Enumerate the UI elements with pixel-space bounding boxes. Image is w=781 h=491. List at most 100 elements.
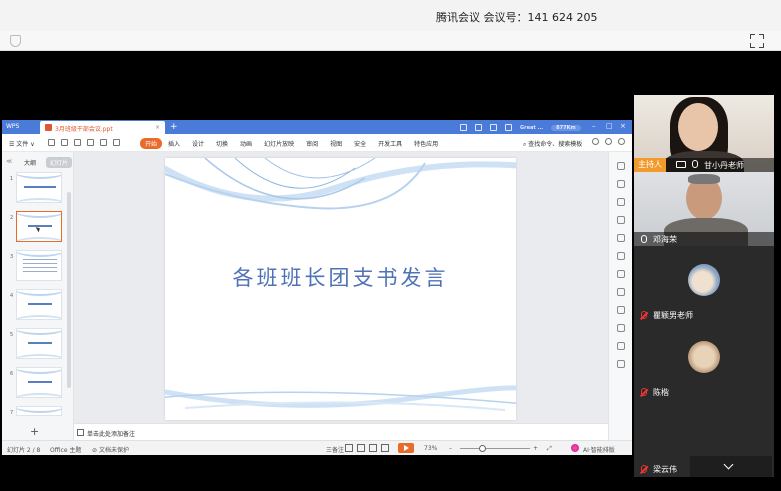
slide-thumbnail[interactable] — [16, 328, 62, 359]
menu-slideshow[interactable]: 幻灯片放映 — [264, 139, 294, 148]
chevron-down-icon[interactable] — [690, 456, 772, 477]
layout-icon[interactable] — [460, 124, 467, 131]
slide-thumbnail[interactable] — [16, 406, 62, 416]
redo-icon[interactable] — [113, 139, 120, 146]
help-icon[interactable] — [592, 138, 599, 145]
home-icon[interactable] — [617, 162, 625, 170]
normal-view-icon[interactable] — [345, 444, 353, 452]
theme-name[interactable]: Office 主题 — [50, 445, 81, 454]
ai-layout-button[interactable]: AI·智能排版 — [583, 445, 615, 454]
open-icon[interactable] — [61, 139, 68, 146]
file-menu[interactable]: ☰ 文件 ∨ — [9, 139, 35, 148]
slide-thumbnail-panel: ≪ 大纲 幻灯片 1 2 3 4 5 6 7 + — [2, 152, 74, 440]
menu-start[interactable]: 开始 — [140, 138, 163, 149]
maximize-button[interactable]: □ — [606, 122, 613, 130]
header-search-text[interactable]: Great ... — [520, 125, 543, 131]
thumbnail-number: 5 — [10, 332, 14, 338]
participant-video-panel: 主持人 甘小丹老师 邓海荣 瞿颖男老师 陈楷 梁云伟 — [634, 95, 774, 477]
zoom-level[interactable]: 73% — [424, 445, 437, 452]
user-icon[interactable] — [505, 124, 512, 131]
wps-logo[interactable]: WPS — [6, 123, 19, 130]
star-icon[interactable] — [617, 234, 625, 242]
menu-end-tools — [592, 138, 625, 145]
menu-animation[interactable]: 动画 — [240, 139, 252, 148]
thumbnail-scrollbar[interactable] — [67, 192, 71, 388]
notes-toggle[interactable]: 三备注 — [326, 445, 344, 454]
close-tab-icon[interactable]: × — [155, 124, 160, 131]
slide-thumbnail[interactable] — [16, 289, 62, 320]
mic-icon — [692, 160, 698, 168]
reading-view-icon[interactable] — [369, 444, 377, 452]
zoom-slider-knob[interactable] — [479, 445, 486, 452]
participant-name: 陈楷 — [653, 388, 669, 397]
notes-placeholder[interactable]: 单击此处添加备注 — [87, 429, 135, 438]
thumbnail-number: 2 — [10, 215, 14, 221]
menu-security[interactable]: 安全 — [354, 139, 366, 148]
grid-view-icon[interactable] — [381, 444, 389, 452]
participant-name: 甘小丹老师 — [704, 161, 744, 170]
history-icon[interactable] — [617, 342, 625, 350]
menu-items: 插入 设计 切换 动画 幻灯片放映 审阅 视图 安全 开发工具 特色应用 — [168, 139, 438, 148]
menu-features[interactable]: 特色应用 — [414, 139, 438, 148]
panel-tabs: ≪ 大纲 幻灯片 — [2, 156, 74, 168]
sorter-view-icon[interactable] — [357, 444, 365, 452]
header-pill[interactable]: 877Km — [551, 124, 581, 131]
settings-icon[interactable] — [490, 124, 497, 131]
image-icon[interactable] — [617, 288, 625, 296]
participant-name: 瞿颖男老师 — [653, 311, 693, 320]
slide-thumbnail-selected[interactable] — [16, 211, 62, 242]
slide-title[interactable]: 各班班长团支书发言 — [165, 262, 516, 292]
screen-share-icon — [676, 161, 686, 168]
minimize-button[interactable]: – — [592, 122, 596, 130]
skin-icon[interactable] — [475, 124, 482, 131]
notes-area[interactable]: 单击此处添加备注 — [74, 423, 608, 440]
add-slide-button[interactable]: + — [30, 425, 39, 438]
participant-tile[interactable]: 邓海荣 — [634, 172, 774, 246]
menu-view[interactable]: 视图 — [330, 139, 342, 148]
participant-tile[interactable]: 瞿颖男老师 — [634, 246, 774, 323]
menu-review[interactable]: 审阅 — [306, 139, 318, 148]
template-icon[interactable] — [617, 252, 625, 260]
slide-thumbnail[interactable] — [16, 172, 62, 203]
tab-outline[interactable]: 大纲 — [24, 158, 36, 167]
mic-muted-icon — [641, 311, 647, 319]
play-slideshow-button[interactable] — [398, 443, 414, 453]
search-command[interactable]: ⌕ 查找命令、搜索模板 — [523, 139, 582, 149]
menu-developer[interactable]: 开发工具 — [378, 139, 402, 148]
menu-insert[interactable]: 插入 — [168, 139, 180, 148]
shape-icon[interactable] — [617, 180, 625, 188]
zoom-out-button[interactable]: – — [449, 445, 452, 452]
quick-access-toolbar — [48, 139, 120, 146]
sound-icon[interactable] — [617, 306, 625, 314]
document-tab[interactable]: 3月班级干部会议.ppt × — [40, 121, 165, 134]
chevron-right-icon[interactable] — [617, 270, 625, 278]
preview-icon[interactable] — [87, 139, 94, 146]
close-window-button[interactable]: × — [620, 122, 626, 130]
collapse-ribbon-icon[interactable] — [618, 138, 625, 145]
current-slide[interactable]: 各班班长团支书发言 — [165, 158, 516, 420]
fit-window-icon[interactable]: ⤢ — [547, 445, 552, 453]
menu-design[interactable]: 设计 — [192, 139, 204, 148]
print-icon[interactable] — [74, 139, 81, 146]
new-tab-button[interactable]: + — [170, 122, 178, 132]
participant-tile-host[interactable]: 主持人 甘小丹老师 — [634, 95, 774, 172]
design-icon[interactable] — [617, 198, 625, 206]
shared-wps-window: WPS 3月班级干部会议.ppt × + Great ... 877Km – □… — [2, 120, 632, 455]
shield-icon[interactable] — [10, 35, 21, 47]
tab-slides[interactable]: 幻灯片 — [46, 157, 73, 168]
fullscreen-icon[interactable] — [750, 34, 764, 48]
zoom-in-button[interactable]: + — [533, 445, 538, 452]
menu-transition[interactable]: 切换 — [216, 139, 228, 148]
zoom-slider-track[interactable] — [460, 448, 530, 449]
participant-tile[interactable]: 陈楷 — [634, 323, 774, 400]
slide-thumbnail[interactable] — [16, 367, 62, 398]
undo-icon[interactable] — [100, 139, 107, 146]
compass-icon[interactable] — [617, 324, 625, 332]
more-icon[interactable] — [605, 138, 612, 145]
save-icon[interactable] — [48, 139, 55, 146]
slide-thumbnail[interactable] — [16, 250, 62, 281]
help-icon[interactable] — [617, 360, 625, 368]
panel-collapse-icon[interactable]: ≪ — [6, 158, 12, 165]
document-protection[interactable]: ⊘ 文档未保护 — [92, 445, 129, 454]
copy-icon[interactable] — [617, 216, 625, 224]
